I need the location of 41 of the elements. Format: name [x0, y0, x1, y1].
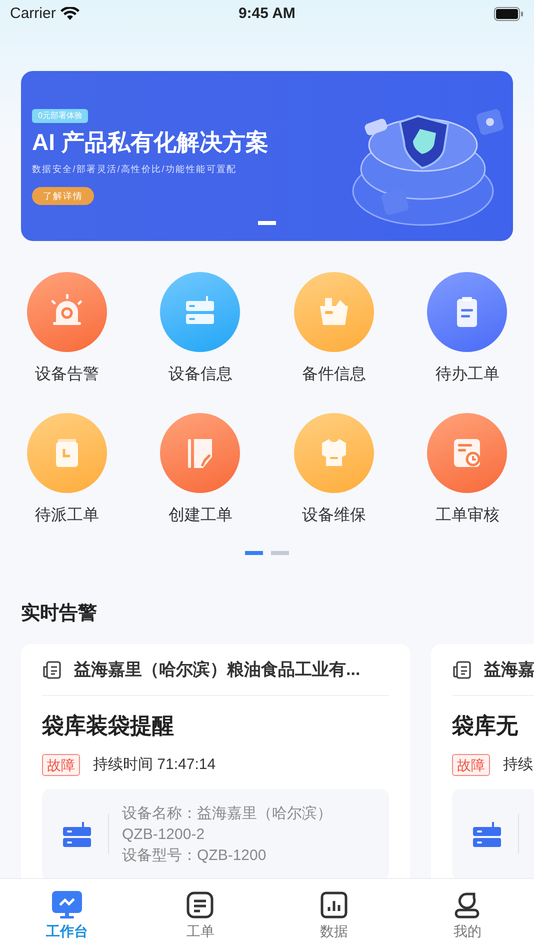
carrier-name: Carrier — [10, 4, 56, 24]
tab-bar-item[interactable]: 数据 — [267, 879, 400, 950]
promo-banner[interactable]: 0元部署体验 AI 产品私有化解决方案 数据安全/部署灵活/高性价比/功能性能可置配 了解详情 — [21, 71, 513, 241]
tab-bar-item[interactable]: 工单 — [134, 879, 267, 950]
document-icon — [42, 660, 62, 680]
status-tag: 故障 — [452, 754, 490, 776]
device-model: 设备型号：QZB-1200 — [122, 846, 268, 866]
page-indicator[interactable] — [258, 221, 276, 225]
clock-time: 9:45 AM — [238, 4, 296, 24]
device-icon — [62, 819, 92, 849]
banner-tag: 0元部署体验 — [32, 109, 88, 123]
document-icon — [186, 891, 214, 919]
shortcut-label[interactable]: 工单审核 — [435, 505, 500, 527]
duration-text: 持续时间 71:47:14 — [93, 755, 216, 775]
wifi-icon — [60, 7, 80, 21]
status-tag: 故障 — [42, 754, 80, 776]
section-title: 实时告警 — [21, 602, 98, 626]
shortcut-label[interactable]: 备件信息 — [302, 364, 366, 386]
banner-title: AI 产品私有化解决方案 — [32, 128, 268, 157]
document-icon — [452, 660, 472, 680]
shortcut-label[interactable]: 设备告警 — [34, 364, 99, 386]
company-name: 益海嘉里（哈尔滨）粮油食品工业有... — [74, 658, 360, 681]
device-icon — [472, 819, 502, 849]
alert-card[interactable]: 益海嘉里（哈尔滨）粮油食品工业有... 袋库装袋提醒 故障 持续时间 71:47:14 设备名称：益海嘉里（哈尔滨）QZB-1200-2 设备型号：QZB-1200 — [21, 644, 410, 878]
shortcut-label[interactable]: 创建工单 — [168, 505, 232, 527]
battery-icon — [494, 7, 524, 21]
page-indicator[interactable] — [245, 551, 263, 555]
chart-icon — [320, 891, 348, 919]
shortcut-label[interactable]: 待派工单 — [34, 505, 99, 527]
user-icon — [453, 891, 482, 919]
alert-title: 袋库无 — [452, 712, 519, 740]
tab-bar-item[interactable]: 我的 — [400, 879, 534, 950]
workstation-icon — [52, 891, 82, 919]
alert-title: 袋库装袋提醒 — [42, 712, 175, 740]
duration-text: 持续 — [503, 755, 533, 775]
shortcut-label[interactable]: 设备信息 — [168, 364, 232, 386]
banner-subtitle: 数据安全/部署灵活/高性价比/功能性能可置配 — [32, 163, 237, 176]
page-indicator[interactable] — [271, 551, 289, 555]
device-name: 设备名称：益海嘉里（哈尔滨）QZB-1200-2 — [122, 804, 333, 844]
shortcut-label[interactable]: 设备维保 — [302, 505, 366, 527]
shortcut-label[interactable]: 待办工单 — [435, 364, 500, 386]
